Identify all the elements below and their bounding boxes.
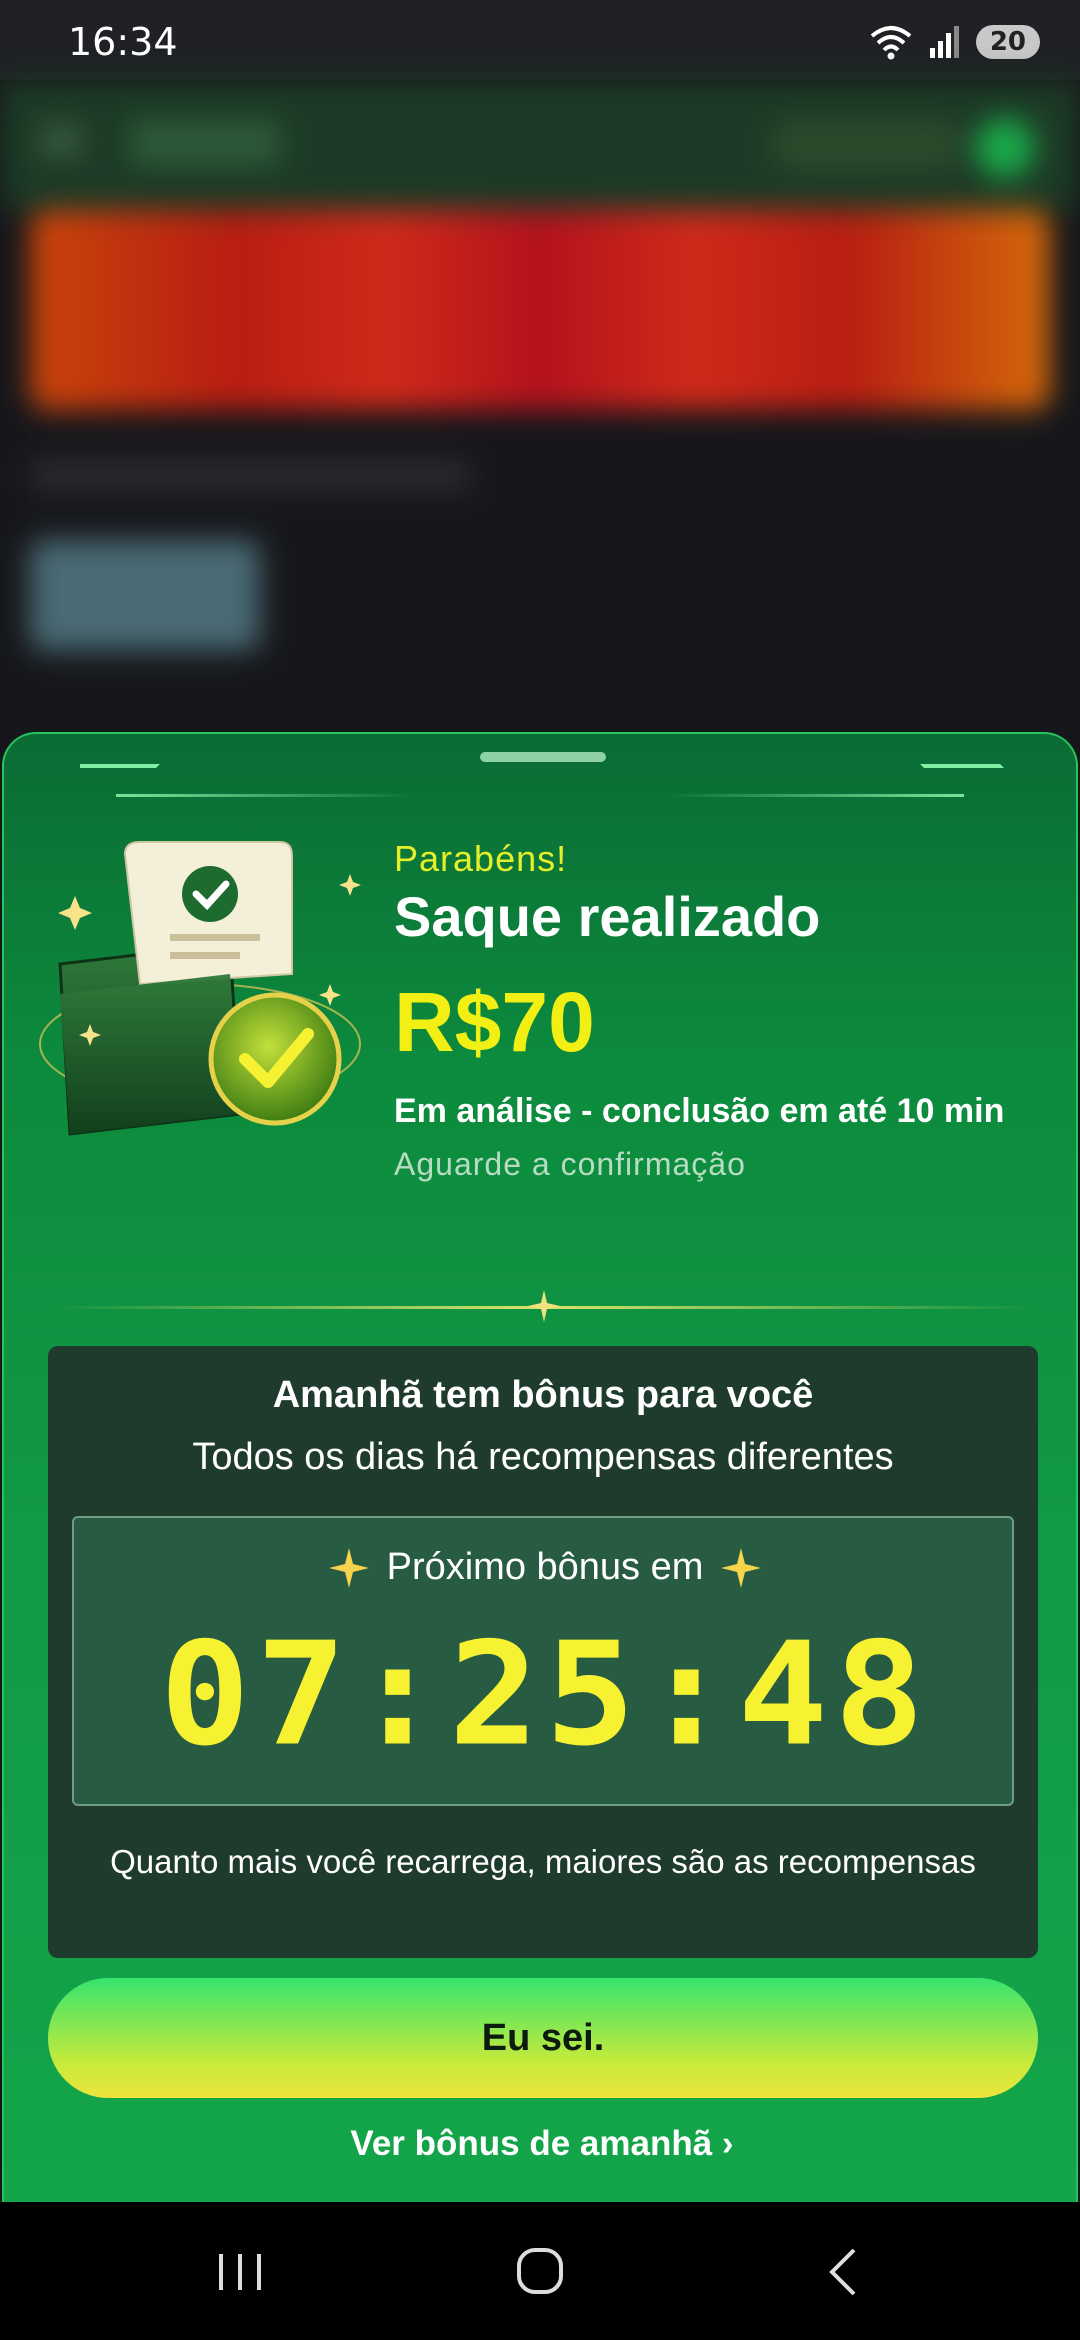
view-tomorrow-bonus-link[interactable]: Ver bônus de amanhã › bbox=[4, 2124, 1076, 2164]
system-navigation-bar bbox=[0, 2202, 1080, 2340]
next-bonus-label: Próximo bônus em bbox=[386, 1546, 704, 1588]
countdown-timer: 07:25:48 bbox=[159, 1612, 931, 1778]
next-bonus-label-row: Próximo bônus em bbox=[74, 1546, 1016, 1589]
sparkle-icon bbox=[328, 1547, 369, 1588]
sparkle-icon bbox=[528, 1290, 560, 1322]
wallet-receipt-check-icon bbox=[39, 841, 361, 1136]
sheet-drag-handle[interactable] bbox=[480, 752, 606, 762]
signal-icon bbox=[929, 26, 959, 58]
frame-corner-left bbox=[40, 764, 160, 804]
background-balance-pill bbox=[770, 120, 960, 170]
wifi-icon bbox=[870, 26, 912, 60]
back-icon[interactable] bbox=[810, 2242, 880, 2302]
confirm-button[interactable]: Eu sei. bbox=[48, 1978, 1038, 2098]
withdrawal-title: Saque realizado bbox=[394, 885, 821, 948]
await-confirmation-text: Aguarde a confirmação bbox=[394, 1146, 746, 1182]
tomorrow-bonus-card: Amanhã tem bônus para você Todos os dias… bbox=[48, 1346, 1038, 1958]
bonus-note: Quanto mais você recarrega, maiores são … bbox=[110, 1843, 976, 1880]
status-icons: 20 bbox=[868, 22, 1040, 62]
congrats-text: Parabéns! bbox=[394, 838, 568, 879]
battery-indicator: 20 bbox=[975, 25, 1040, 59]
countdown-panel: Próximo bônus em 07:25:48 bbox=[72, 1516, 1014, 1806]
background-logo bbox=[130, 120, 280, 166]
bonus-subtitle: Todos os dias há recompensas diferentes bbox=[192, 1436, 894, 1478]
recent-apps-icon[interactable] bbox=[205, 2242, 275, 2302]
home-icon[interactable] bbox=[505, 2242, 575, 2302]
chevron-right-icon: › bbox=[721, 2124, 734, 2163]
withdrawal-amount: R$70 bbox=[394, 975, 595, 1069]
status-time: 16:34 bbox=[68, 20, 178, 64]
withdrawal-success-sheet: Parabéns! Saque realizado R$70 Em anális… bbox=[2, 732, 1078, 2202]
background-menu-icon bbox=[40, 125, 82, 157]
frame-line-left bbox=[116, 794, 416, 797]
frame-corner-right bbox=[920, 764, 1040, 804]
background-avatar bbox=[975, 118, 1035, 178]
view-tomorrow-bonus-label: Ver bônus de amanhã bbox=[350, 2124, 713, 2163]
background-banner bbox=[30, 210, 1050, 410]
analysis-status: Em análise - conclusão em até 10 min bbox=[394, 1092, 1005, 1130]
background-text-line bbox=[30, 460, 470, 490]
background-card bbox=[30, 540, 260, 650]
background-app-blurred bbox=[0, 80, 1080, 760]
sparkle-icon bbox=[721, 1547, 762, 1588]
bonus-title: Amanhã tem bônus para você bbox=[272, 1374, 814, 1416]
status-bar: 16:34 20 bbox=[0, 0, 1080, 80]
frame-line-right bbox=[664, 794, 964, 797]
